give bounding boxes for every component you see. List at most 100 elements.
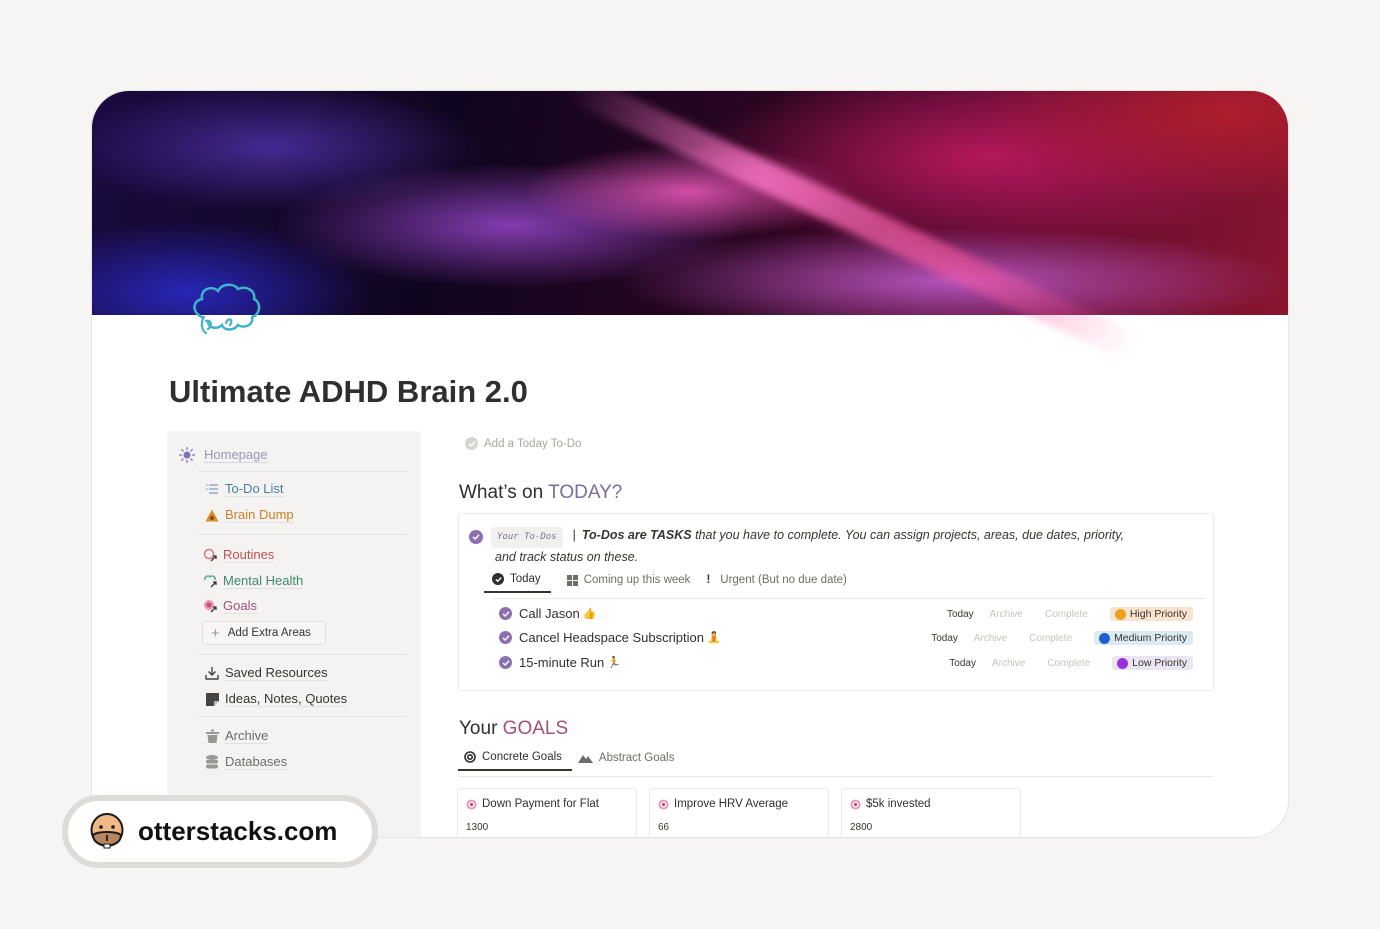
goal-title-row: $5k invested [850,798,931,810]
todo-due-date: Today [946,608,974,620]
sidebar-item-mental-health[interactable]: Mental Health [203,573,304,589]
goal-card[interactable]: Improve HRV Average 66 [649,788,829,837]
goals-heading-accent: GOALS [502,718,569,739]
sidebar-item-label: Brain Dump [225,507,294,523]
sidebar-item-ideas-notes-quotes[interactable]: Ideas, Notes, Quotes [205,691,348,707]
mountain-icon [577,755,593,763]
your-todos-chip[interactable]: Your To-Dos [491,527,563,548]
goal-title: Down Payment for Flat [482,798,599,810]
add-today-todo-button[interactable]: Add a Today To-Do [465,437,581,450]
poop-warning-icon [205,508,219,522]
add-today-todo-label: Add a Today To-Do [484,437,582,450]
tab-coming-up-this-week[interactable]: Coming up this week [566,573,691,593]
priority-badge: High Priority [1109,607,1193,621]
check-circle-icon[interactable] [499,607,512,620]
goal-tabs-divider [458,776,1214,777]
brain-outline-icon[interactable] [190,279,264,335]
sidebar-item-homepage[interactable]: Homepage [179,447,268,463]
add-extra-areas-label: Add Extra Areas [227,627,311,639]
brain-link-icon [203,574,217,588]
todo-desc-line2: and track status on these. [495,550,639,564]
sidebar-item-label: Archive [225,728,269,744]
priority-dot-icon [1117,657,1129,669]
todo-desc-bold: To-Dos are TASKS [581,528,692,542]
goal-view-tabs: Concrete Goals Abstract Goals [458,751,674,771]
add-extra-areas-button[interactable]: + Add Extra Areas [202,621,326,645]
todo-emoji: 🏃 [607,657,621,669]
tab-urgent[interactable]: ! Urgent (But no due date) [706,573,846,593]
todo-callout: Your To-Dos | To-Dos are TASKS that you ha… [458,513,1214,691]
tab-label: Today [510,573,541,585]
sun-icon [179,447,195,463]
priority-label: Medium Priority [1114,632,1187,644]
todo-emoji: 👍 [582,608,597,620]
sidebar-item-todo-list[interactable]: To-Do List [205,481,284,497]
tab-today[interactable]: Today [484,573,551,593]
note-icon [205,692,219,706]
todo-title: Call Jason [519,606,580,621]
goal-value: 1300 [466,822,489,833]
todo-title: Cancel Headspace Subscription [519,630,704,645]
todo-title: 15-minute Run [519,655,605,670]
tab-label: Coming up this week [583,574,691,586]
goal-card[interactable]: Down Payment for Flat 1300 [457,788,637,837]
check-circle-icon[interactable] [499,656,512,669]
cover-image[interactable] [92,91,1288,362]
today-heading: What’s on TODAY? [459,482,622,504]
tab-concrete-goals[interactable]: Concrete Goals [458,751,572,771]
goal-value: 2800 [850,822,873,833]
watermark-text[interactable]: otterstacks.com [138,816,337,847]
sidebar-item-routines[interactable]: Routines [203,547,275,563]
sidebar-item-brain-dump[interactable]: Brain Dump [205,507,294,523]
watermark-badge: otterstacks.com [62,795,378,868]
divider [199,471,407,472]
goal-title: $5k invested [866,798,931,810]
todo-row[interactable]: Cancel Headspace Subscription 🧘 [499,630,721,645]
list-icon [205,482,219,496]
sidebar-item-goals[interactable]: Goals [203,598,257,614]
archive-button[interactable]: Archive [992,658,1025,669]
todo-row-properties: Today Archive Complete High Priority [947,607,1193,621]
sidebar-item-saved-resources[interactable]: Saved Resources [205,665,328,681]
priority-dot-icon [1099,632,1111,644]
plus-icon: + [211,624,220,642]
goal-title: Improve HRV Average [674,798,788,810]
todo-desc-line1: that you have to complete. You can assig… [691,528,1125,542]
trash-icon [205,729,219,743]
tab-label: Concrete Goals [482,751,562,763]
download-icon [205,666,219,680]
complete-button[interactable]: Complete [1047,658,1090,669]
priority-label: High Priority [1129,608,1187,620]
todo-row-properties: Today Archive Complete Low Priority [949,656,1193,670]
divider [199,534,407,535]
check-circle-icon[interactable] [499,631,512,644]
tabs-divider [492,598,1206,599]
archive-button[interactable]: Archive [974,633,1007,644]
todo-due-date: Today [931,632,958,644]
goal-title-row: Down Payment for Flat [466,798,599,810]
sidebar-item-archive[interactable]: Archive [205,728,269,744]
todo-row[interactable]: 15-minute Run 🏃 [499,655,621,670]
grid-icon [566,574,578,586]
exclamation-icon: ! [706,574,711,586]
notion-page: Ultimate ADHD Brain 2.0 Homepage To-Do L… [91,90,1289,838]
cover-streak [565,91,1141,362]
sidebar-navigation: Homepage To-Do List Brain Dump Routines [167,431,421,837]
todo-row[interactable]: Call Jason 👍 [499,606,596,621]
priority-label: Low Priority [1132,657,1187,669]
complete-button[interactable]: Complete [1045,609,1088,620]
priority-badge: Low Priority [1112,656,1193,670]
priority-dot-icon [1114,608,1126,620]
sidebar-item-label: Goals [223,598,257,614]
today-heading-prefix: What’s on [459,482,549,503]
goal-value: 66 [658,822,670,833]
tab-abstract-goals[interactable]: Abstract Goals [577,751,674,771]
complete-button[interactable]: Complete [1029,633,1072,644]
archive-button[interactable]: Archive [990,609,1023,620]
sidebar-item-databases[interactable]: Databases [205,754,288,770]
goal-card[interactable]: $5k invested 2800 [841,788,1021,837]
sidebar-item-label: Databases [225,754,288,770]
todo-emoji: 🧘 [707,632,721,644]
todo-description: Your To-Dos | To-Dos are TASKS that you ha… [469,526,1199,567]
sidebar-item-label: To-Do List [225,481,284,497]
